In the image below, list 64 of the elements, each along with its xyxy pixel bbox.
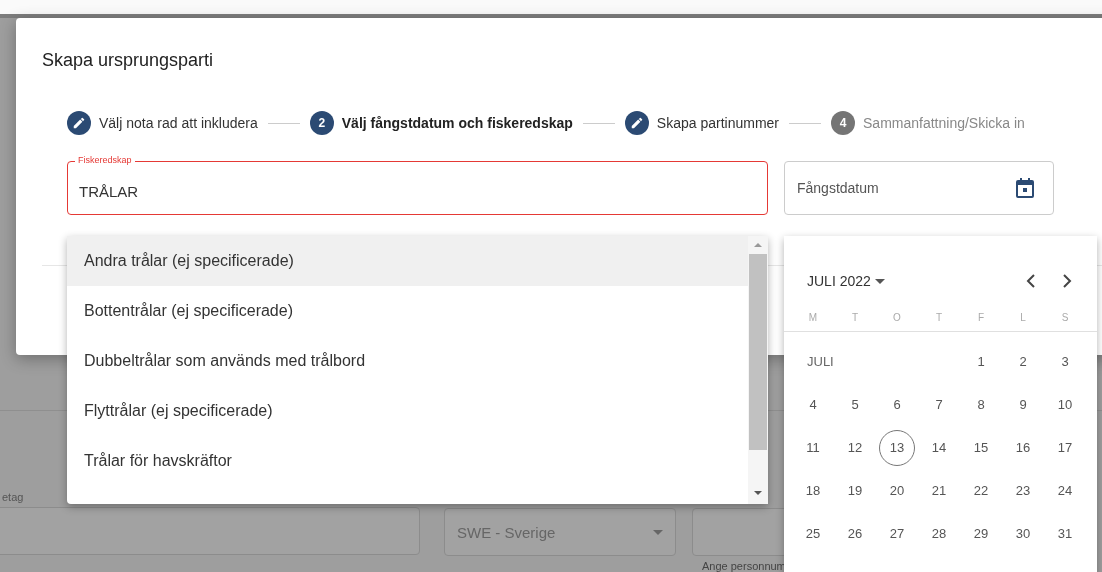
day-button[interactable]: 31 (1047, 515, 1083, 552)
dropdown-option[interactable]: Trålar för havskräftor (67, 436, 748, 486)
day-button[interactable]: 24 (1047, 472, 1083, 509)
weekday-label: F (976, 312, 986, 323)
day-button[interactable]: 5 (837, 386, 873, 423)
month-year-button[interactable]: JULI 2022 (807, 273, 885, 289)
day-button[interactable]: 7 (921, 386, 957, 423)
weekday-label: M (807, 312, 819, 323)
day-button[interactable]: 16 (1005, 429, 1041, 466)
day-button[interactable]: 30 (1005, 515, 1041, 552)
step-number: 4 (831, 111, 855, 135)
dropdown-option[interactable]: Andra trålar (ej specificerade) (67, 236, 748, 286)
day-button[interactable]: 11 (795, 429, 831, 466)
field-label: etag (2, 491, 25, 503)
dropdown-option[interactable]: Dubbeltrålar som används med trålbord (67, 336, 748, 386)
dropdown-option[interactable]: Bottentrålar (ej specificerade) (67, 286, 748, 336)
day-button[interactable]: 19 (837, 472, 873, 509)
weekday-label: O (892, 312, 902, 323)
day-button[interactable]: 8 (963, 386, 999, 423)
day-button[interactable]: 15 (963, 429, 999, 466)
weekday-label: T (934, 312, 944, 323)
day-button[interactable]: 29 (963, 515, 999, 552)
scrollbar[interactable] (748, 236, 768, 504)
helper-text: Ange personnum (702, 560, 787, 572)
caret-icon (874, 278, 885, 284)
scroll-down-icon[interactable] (753, 488, 763, 498)
day-button[interactable]: 10 (1047, 386, 1083, 423)
step-label[interactable]: Välj nota rad att inkludera (99, 115, 258, 131)
step-label[interactable]: Välj fångstdatum och fiskeredskap (341, 115, 573, 131)
day-button[interactable]: 9 (1005, 386, 1041, 423)
day-button[interactable]: 22 (963, 472, 999, 509)
day-button[interactable]: 12 (837, 429, 873, 466)
date-input-field[interactable]: Fångstdatum (784, 161, 1054, 215)
day-button[interactable]: 21 (921, 472, 957, 509)
day-button[interactable]: 4 (795, 386, 831, 423)
step-label[interactable]: Skapa partinummer (656, 115, 779, 131)
weekday-label: L (1019, 312, 1027, 323)
day-button[interactable]: 17 (1047, 429, 1083, 466)
day-button[interactable]: 3 (1047, 343, 1083, 380)
month-label: JULI (806, 353, 835, 371)
weekday-label: T (850, 312, 860, 323)
day-button[interactable]: 2 (1005, 343, 1041, 380)
day-button[interactable]: 28 (921, 515, 957, 552)
chevron-right-icon (1062, 274, 1072, 288)
day-button[interactable]: 1 (963, 343, 999, 380)
day-button[interactable]: 6 (879, 386, 915, 423)
dropdown-caret-icon (653, 529, 663, 535)
day-button[interactable]: 27 (879, 515, 915, 552)
day-button[interactable]: 14 (921, 429, 957, 466)
day-button[interactable]: 26 (837, 515, 873, 552)
step-number: 2 (309, 111, 334, 135)
pencil-icon (624, 111, 649, 135)
field-label: Fiskeredskap (75, 155, 135, 166)
day-button[interactable]: 23 (1005, 472, 1041, 509)
dialog-title: Skapa ursprungsparti (42, 50, 214, 71)
day-button[interactable]: 18 (795, 472, 831, 509)
day-button[interactable]: 20 (879, 472, 915, 509)
chevron-left-icon (1026, 274, 1036, 288)
weekday-label: S (1060, 312, 1070, 323)
pencil-icon (67, 111, 91, 135)
dropdown-option[interactable]: Flyttrålar (ej specificerade) (67, 386, 748, 436)
day-button[interactable]: 25 (795, 515, 831, 552)
calendar-icon[interactable] (1016, 178, 1034, 198)
scroll-up-icon[interactable] (753, 240, 763, 250)
